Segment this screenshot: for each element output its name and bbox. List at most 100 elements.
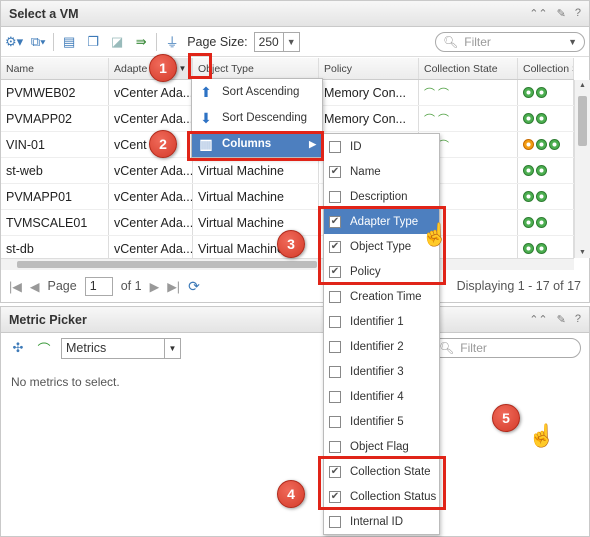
cell-collection-state: ⌒⌒ (419, 106, 518, 131)
status-dot-icon (523, 243, 534, 254)
column-option[interactable]: Creation Time (324, 284, 439, 309)
vertical-scrollbar[interactable]: ▲ ▼ (574, 80, 590, 258)
collection-state-icon: ⌒⌒ (424, 113, 452, 126)
step-badge: 5 (492, 404, 520, 432)
page-input[interactable]: 1 (84, 276, 113, 296)
panel-title: Metric Picker (9, 312, 87, 327)
first-page-icon[interactable]: |◀ (9, 279, 22, 294)
cell-adapter: vCenter Ada... (109, 210, 193, 235)
checkbox-checked-icon[interactable]: ✔ (329, 165, 341, 178)
cell-object-type: Virtual Machine (193, 184, 319, 209)
column-option[interactable]: Identifier 1 (324, 309, 439, 334)
column-option-label: Creation Time (350, 290, 422, 303)
scroll-down-icon[interactable]: ▼ (579, 249, 586, 256)
status-dot-icon (536, 87, 547, 98)
column-header-collection-state[interactable]: Collection State (419, 58, 518, 79)
cell-name: st-db (1, 236, 109, 258)
next-page-icon[interactable]: ▶ (150, 279, 160, 294)
checkbox-icon[interactable] (329, 190, 341, 203)
filter-funnel-icon[interactable]: ⏚ (163, 32, 181, 52)
table-row[interactable]: PVMAPP01vCenter Ada...Virtual Machine⌒ (1, 184, 574, 210)
checkbox-icon[interactable] (329, 365, 341, 378)
panel-header: Metric Picker ⌃⌃ ✎ ? (1, 307, 589, 333)
column-option[interactable]: ID (324, 134, 439, 159)
gear-icon[interactable]: ⚙▾ (5, 32, 23, 52)
cell-collection-state: ⌒⌒ (419, 80, 518, 105)
prev-page-icon[interactable]: ◀ (30, 279, 40, 294)
arrow-up-icon: ⬆ (200, 83, 212, 100)
column-header-collection-status[interactable]: Collection Sta (518, 58, 574, 79)
status-dot-icon (523, 217, 534, 228)
column-option[interactable]: Identifier 5 (324, 409, 439, 434)
checkbox-icon[interactable] (329, 440, 341, 453)
export-icon[interactable]: ⇛ (132, 32, 150, 52)
column-option[interactable]: Identifier 2 (324, 334, 439, 359)
metric-filter-input[interactable]: 🔍︎ Filter (431, 338, 581, 358)
step-badge: 4 (277, 480, 305, 508)
column-option[interactable]: Identifier 3 (324, 359, 439, 384)
step-badge: 2 (149, 130, 177, 158)
checkbox-icon[interactable] (329, 415, 341, 428)
cell-adapter: vCenter Ada... (109, 236, 193, 258)
collapse-icon[interactable]: ⌃⌃ (529, 7, 547, 20)
checkbox-icon[interactable] (329, 290, 341, 303)
chevron-down-icon[interactable]: ▼ (568, 37, 577, 47)
column-option-label: Name (350, 165, 381, 178)
status-dot-icon (523, 191, 534, 202)
cell-object-type: Virtual Machine (193, 210, 319, 235)
refresh-icon[interactable]: ⟳ (188, 278, 200, 295)
chevron-down-icon: ▼ (164, 338, 180, 358)
details-icon[interactable]: ▤ (60, 32, 78, 52)
sort-ascending-item[interactable]: ⬆ Sort Ascending (192, 79, 322, 105)
checkbox-icon[interactable] (329, 390, 341, 403)
table-row[interactable]: st-webvCenter Ada...Virtual Machine⌒ (1, 158, 574, 184)
status-dot-icon (523, 139, 534, 150)
collapse-icon[interactable]: ⌃⌃ (529, 313, 547, 326)
checkbox-icon[interactable] (329, 340, 341, 353)
status-dot-icon (536, 243, 547, 254)
horizontal-scrollbar[interactable] (1, 258, 574, 270)
help-icon[interactable]: ? (575, 313, 581, 326)
copy-icon[interactable]: ❐ (84, 32, 102, 52)
last-page-icon[interactable]: ▶| (167, 279, 180, 294)
status-dot-icon (536, 217, 547, 228)
edit-icon[interactable]: ✎ (557, 313, 566, 326)
cell-collection-status (518, 132, 574, 157)
expand-all-icon[interactable]: ✣ (9, 338, 27, 358)
status-dot-icon (536, 113, 547, 124)
cell-adapter: vCenter Ada... (109, 158, 193, 183)
column-header-name[interactable]: Name (1, 58, 109, 79)
scroll-up-icon[interactable]: ▲ (579, 82, 586, 89)
displaying-count: Displaying 1 - 17 of 17 (456, 279, 581, 293)
column-option[interactable]: ✔ Name (324, 159, 439, 184)
group-icon[interactable]: ⧉▾ (29, 32, 47, 52)
metrics-select[interactable]: Metrics ▼ (61, 337, 181, 359)
column-option-label: Internal ID (350, 515, 404, 528)
collection-state-icon: ⌒⌒ (424, 87, 452, 100)
cell-policy: Memory Con... (319, 106, 419, 131)
filter-input[interactable]: 🔍︎ Filter ▼ (435, 31, 585, 52)
status-dot-icon (549, 139, 560, 150)
page-size-select[interactable]: 250 ▼ (253, 31, 300, 52)
empty-message: No metrics to select. (11, 375, 120, 389)
checkbox-icon[interactable] (329, 140, 341, 153)
column-option-label: Identifier 4 (350, 390, 404, 403)
signal-icon[interactable]: ⌒ (35, 338, 53, 358)
column-option[interactable]: Internal ID (324, 509, 439, 534)
checkbox-icon[interactable] (329, 315, 341, 328)
column-header-policy[interactable]: Policy (319, 58, 419, 79)
edit-icon[interactable]: ✎ (557, 7, 566, 20)
help-icon[interactable]: ? (575, 7, 581, 20)
status-dot-icon (523, 165, 534, 176)
cell-name: PVMAPP01 (1, 184, 109, 209)
column-option[interactable]: Identifier 4 (324, 384, 439, 409)
chart-icon[interactable]: ◪ (108, 32, 126, 52)
checkbox-icon[interactable] (329, 515, 341, 528)
sort-descending-item[interactable]: ⬇ Sort Descending (192, 105, 322, 131)
metric-toolbar: ✣ ⌒ Metrics ▼ 🔍︎ Filter (1, 333, 589, 363)
status-dot-icon (536, 139, 547, 150)
column-option-label: Description (350, 190, 408, 203)
column-option-label: Identifier 3 (350, 365, 404, 378)
highlight-column-trigger (188, 53, 212, 79)
page-label: Page (47, 279, 77, 293)
